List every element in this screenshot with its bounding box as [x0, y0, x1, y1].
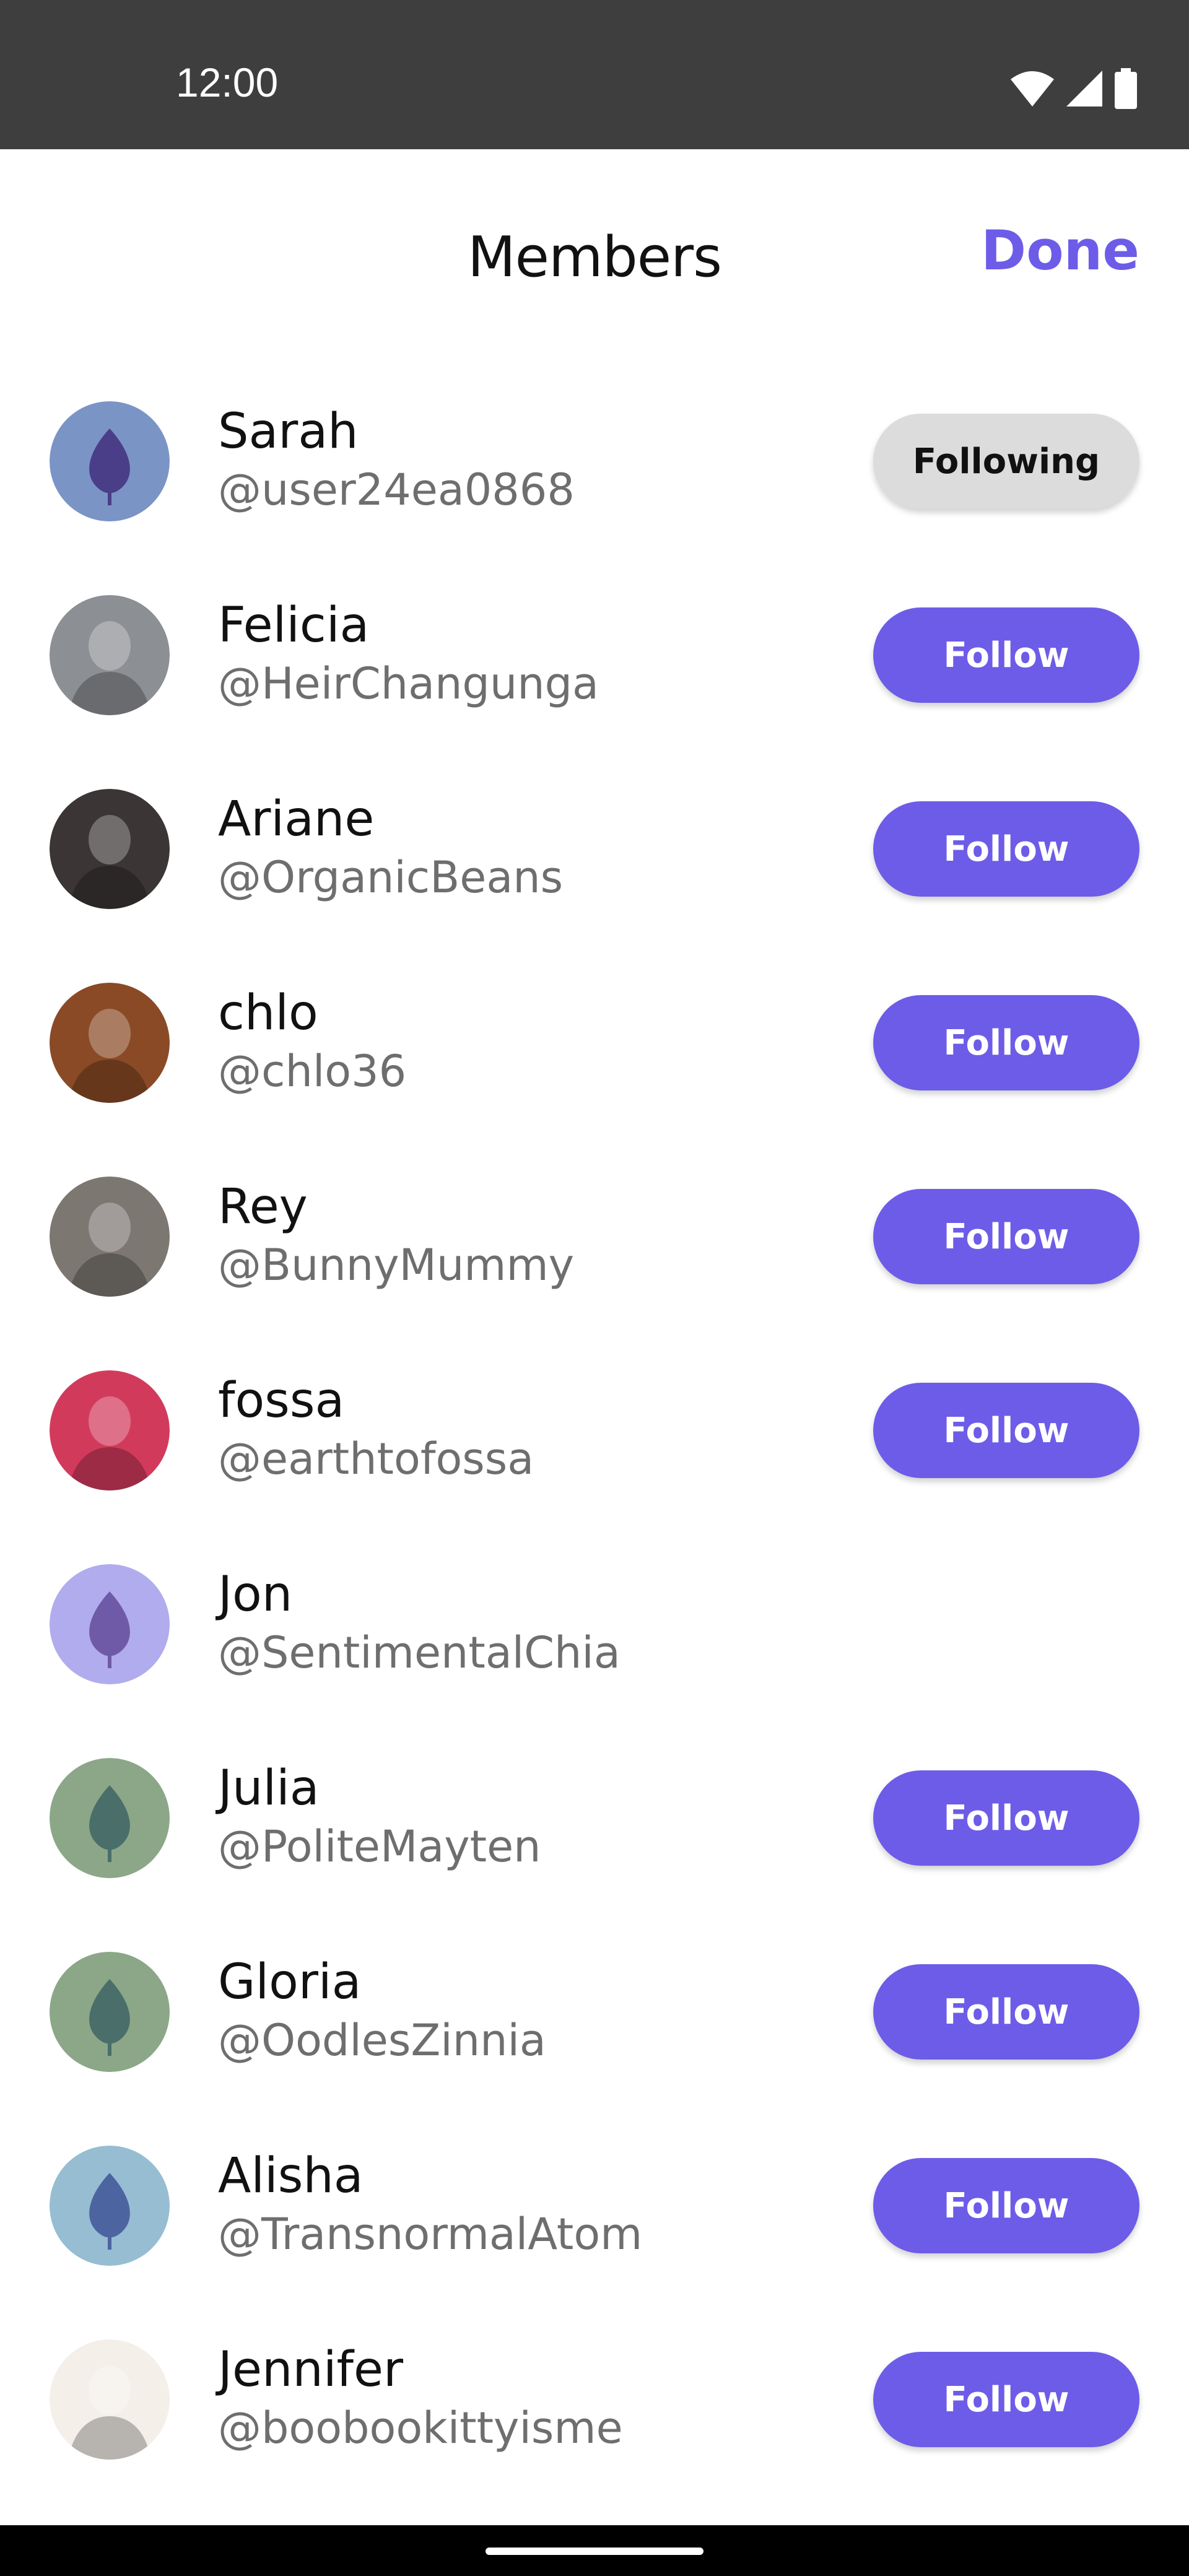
member-row[interactable]: Felicia @HeirChangunga Follow: [0, 559, 1189, 753]
leaf-avatar-icon[interactable]: [50, 1952, 170, 2072]
member-name: Jennifer: [218, 2342, 404, 2398]
avatar[interactable]: [50, 595, 170, 715]
leaf-avatar-icon[interactable]: [50, 2146, 170, 2266]
member-handle: @BunnyMummy: [218, 1240, 575, 1290]
member-row[interactable]: Jon @SentimentalChia: [0, 1528, 1189, 1722]
member-handle: @TransnormalAtom: [218, 2209, 643, 2260]
header: Members Done: [0, 149, 1189, 360]
member-name: Gloria: [218, 1954, 362, 2010]
member-row[interactable]: Gloria @OodlesZinnia Follow: [0, 1916, 1189, 2110]
follow-button[interactable]: Follow: [873, 1770, 1139, 1866]
signal-icon: [1066, 71, 1102, 107]
leaf-avatar-icon[interactable]: [50, 401, 170, 521]
avatar[interactable]: [50, 789, 170, 909]
member-name: Ariane: [218, 791, 375, 847]
leaf-avatar-icon[interactable]: [50, 1758, 170, 1878]
member-handle: @chlo36: [218, 1046, 407, 1097]
member-name: Julia: [218, 1760, 320, 1816]
member-handle: @earthtofossa: [218, 1434, 534, 1484]
member-handle: @boobookittyisme: [218, 2403, 623, 2453]
member-handle: @HeirChangunga: [218, 658, 599, 709]
member-name: Sarah: [218, 404, 359, 459]
follow-button[interactable]: Follow: [873, 995, 1139, 1090]
member-handle: @PoliteMayten: [218, 1821, 541, 1872]
member-name: chlo: [218, 985, 318, 1041]
follow-button[interactable]: Follow: [873, 1964, 1139, 2060]
status-icons: [1011, 67, 1137, 110]
member-handle: @OrganicBeans: [218, 852, 564, 903]
follow-button[interactable]: Follow: [873, 1189, 1139, 1284]
member-row[interactable]: Jennifer @boobookittyisme Follow: [0, 2304, 1189, 2497]
avatar[interactable]: [50, 1177, 170, 1297]
member-row[interactable]: Alisha @TransnormalAtom Follow: [0, 2110, 1189, 2304]
follow-button[interactable]: Follow: [873, 607, 1139, 703]
avatar[interactable]: [50, 2339, 170, 2460]
status-time: 12:00: [176, 59, 279, 105]
wifi-icon: [1011, 71, 1054, 107]
follow-button[interactable]: Follow: [873, 2158, 1139, 2253]
member-row[interactable]: Ariane @OrganicBeans Follow: [0, 753, 1189, 947]
avatar[interactable]: [50, 983, 170, 1103]
navigation-bar: [0, 2525, 1189, 2576]
leaf-avatar-icon[interactable]: [50, 1564, 170, 1684]
member-name: fossa: [218, 1373, 345, 1429]
follow-button[interactable]: Follow: [873, 2352, 1139, 2447]
follow-button[interactable]: Follow: [873, 801, 1139, 897]
member-name: Rey: [218, 1179, 308, 1235]
following-button[interactable]: Following: [873, 414, 1139, 509]
member-name: Felicia: [218, 598, 370, 653]
member-row[interactable]: chlo @chlo36 Follow: [0, 947, 1189, 1141]
member-name: Alisha: [218, 2148, 364, 2204]
member-row[interactable]: Rey @BunnyMummy Follow: [0, 1141, 1189, 1334]
members-list: Sarah @user24ea0868 Following Felicia @HeirC…: [0, 365, 1189, 2497]
member-handle: @user24ea0868: [218, 464, 575, 515]
member-handle: @SentimentalChia: [218, 1627, 621, 1678]
battery-icon: [1115, 68, 1137, 109]
member-row[interactable]: fossa @earthtofossa Follow: [0, 1334, 1189, 1528]
avatar[interactable]: [50, 1370, 170, 1490]
home-indicator[interactable]: [486, 2548, 703, 2555]
member-handle: @OodlesZinnia: [218, 2015, 546, 2066]
member-name: Jon: [218, 1567, 293, 1622]
member-row[interactable]: Julia @PoliteMayten Follow: [0, 1722, 1189, 1916]
member-row[interactable]: Sarah @user24ea0868 Following: [0, 365, 1189, 559]
follow-button[interactable]: Follow: [873, 1383, 1139, 1478]
status-bar: 12:00: [0, 0, 1189, 149]
done-button[interactable]: Done: [981, 219, 1139, 282]
